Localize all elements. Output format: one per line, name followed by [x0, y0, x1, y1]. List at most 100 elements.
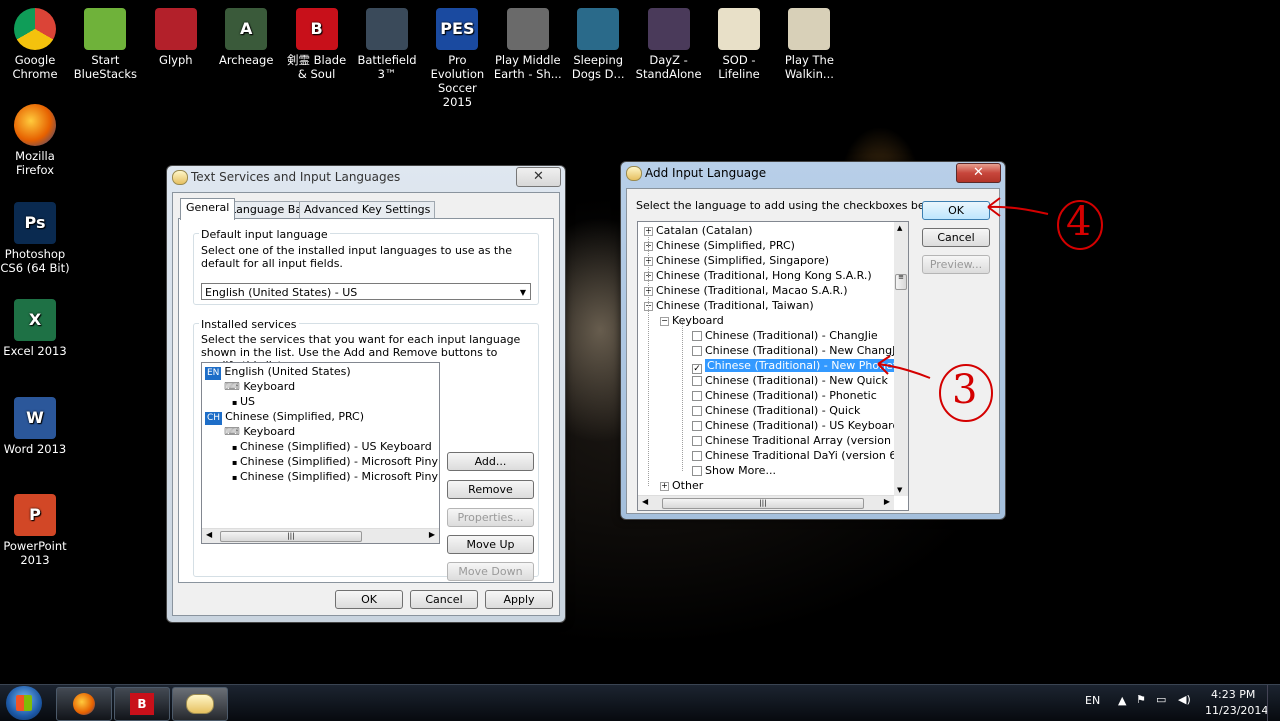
desktop-icon-label: Photoshop CS6 (64 Bit) [0, 247, 70, 275]
show-hidden-icons[interactable]: ▲ [1118, 694, 1126, 707]
desktop-icon-6[interactable]: PES Pro Evolution Soccer 2015 [422, 8, 492, 109]
desktop-icon-4[interactable]: B 剣霊 Blade & Soul [282, 8, 352, 81]
language-tree[interactable]: + Catalan (Catalan) + Chinese (Simplified, … [637, 221, 909, 511]
desktop-icon-3[interactable]: A Archeage [211, 8, 281, 67]
service-tree-item[interactable]: ▪ US [232, 394, 255, 410]
taskbar-text-services[interactable] [172, 687, 228, 721]
checkbox[interactable] [692, 376, 702, 386]
volume-icon[interactable]: ◀) [1178, 693, 1191, 706]
remove-button[interactable]: Remove [447, 480, 534, 499]
start-button[interactable] [6, 686, 42, 720]
installed-services-tree[interactable]: EN English (United States) ⌨ Keyboard ▪ US C… [201, 362, 440, 544]
clock-date[interactable]: 11/23/2014 [1205, 704, 1268, 717]
language-tree-item[interactable]: − Keyboard [660, 313, 724, 328]
desktop-icon-2[interactable]: Glyph [141, 8, 211, 67]
desktop-icon-1[interactable]: Start BlueStacks [70, 8, 140, 81]
sleeping-dogs-icon [577, 8, 620, 50]
preview-button[interactable]: Preview... [922, 255, 990, 274]
cancel-button[interactable]: Cancel [922, 228, 990, 247]
desktop-icon-12[interactable]: Mozilla Firefox [0, 104, 70, 177]
network-icon[interactable]: ▭ [1156, 693, 1166, 706]
service-tree-label: Keyboard [243, 380, 296, 393]
service-tree-item[interactable]: ▪ Chinese (Simplified) - Microsoft Pinyi… [232, 469, 439, 485]
checkbox[interactable] [692, 466, 702, 476]
move-up-button[interactable]: Move Up [447, 535, 534, 554]
desktop-icon-11[interactable]: Play The Walkin... [774, 8, 844, 81]
ok-button[interactable]: OK [922, 201, 990, 220]
clock-time[interactable]: 4:23 PM [1211, 688, 1255, 701]
ok-button[interactable]: OK [335, 590, 403, 609]
language-tree-item[interactable]: Chinese Traditional Array (version 6.0) [692, 433, 908, 448]
language-tree-item[interactable]: Chinese (Traditional) - US Keyboard [692, 418, 900, 433]
language-tree-item[interactable]: Show More... [692, 463, 776, 478]
service-tree-item[interactable]: EN English (United States) [205, 364, 351, 380]
language-tree-label: Catalan (Catalan) [656, 224, 753, 237]
checkbox[interactable] [692, 331, 702, 341]
checkbox[interactable] [692, 391, 702, 401]
dayz-icon [647, 8, 690, 50]
vertical-scrollbar[interactable]: ▲ ≡ ▼ [894, 222, 908, 496]
desktop-icon-16[interactable]: P PowerPoint 2013 [0, 494, 70, 567]
bullet-icon: ▪ [232, 398, 240, 407]
default-language-select[interactable]: English (United States) - US ▼ [201, 283, 531, 300]
language-tree-item[interactable]: Chinese (Traditional) - Phonetic [692, 388, 877, 403]
add-button[interactable]: Add... [447, 452, 534, 471]
horizontal-scrollbar[interactable]: ◀ ||| ▶ [638, 495, 894, 510]
desktop-icon-15[interactable]: W Word 2013 [0, 397, 70, 456]
desktop-icon-14[interactable]: X Excel 2013 [0, 299, 70, 358]
properties-button[interactable]: Properties... [447, 508, 534, 527]
service-tree-item[interactable]: ▪ Chinese (Simplified) - Microsoft Pinyi… [232, 454, 439, 470]
collapse-icon[interactable]: − [660, 317, 669, 326]
language-tree-item[interactable]: ✓ Chinese (Traditional) - New Phonetic [692, 358, 908, 374]
close-button[interactable]: ✕ [516, 167, 561, 187]
move-down-button[interactable]: Move Down [447, 562, 534, 581]
language-tree-item[interactable]: + Chinese (Traditional, Macao S.A.R.) [644, 283, 848, 298]
language-tree-item[interactable]: + Other [660, 478, 703, 493]
desktop-icon-8[interactable]: Sleeping Dogs D... [563, 8, 633, 81]
language-tree-label: Other [672, 479, 704, 492]
apply-button[interactable]: Apply [485, 590, 553, 609]
language-tree-item[interactable]: Chinese (Traditional) - ChangJie [692, 328, 878, 343]
close-button[interactable]: ✕ [956, 163, 1001, 183]
service-tree-item[interactable]: CH Chinese (Simplified, PRC) [205, 409, 364, 425]
desktop-icon-7[interactable]: Play Middle Earth - Sh... [493, 8, 563, 81]
language-tree-item[interactable]: Chinese (Traditional) - Quick [692, 403, 860, 418]
language-tree-item[interactable]: + Chinese (Simplified, Singapore) [644, 253, 829, 268]
tab-general[interactable]: General [180, 198, 236, 220]
taskbar-blade-soul[interactable]: B [114, 687, 170, 721]
language-tree-item[interactable]: Chinese (Traditional) - New Quick [692, 373, 888, 388]
taskbar-firefox[interactable] [56, 687, 112, 721]
desktop-icon-13[interactable]: Ps Photoshop CS6 (64 Bit) [0, 202, 70, 275]
checkbox[interactable] [692, 451, 702, 461]
language-tree-item[interactable]: + Chinese (Traditional, Hong Kong S.A.R.) [644, 268, 872, 283]
language-tree-item[interactable]: + Catalan (Catalan) [644, 223, 753, 238]
language-indicator[interactable]: EN [1085, 694, 1100, 707]
service-tree-item[interactable]: ▪ Chinese (Simplified) - US Keyboard [232, 439, 432, 455]
language-tree-item[interactable]: − Chinese (Traditional, Taiwan) [644, 298, 814, 313]
language-tree-item[interactable]: + Chinese (Simplified, PRC) [644, 238, 795, 253]
desktop-icon-5[interactable]: Battlefield 3™ [352, 8, 422, 81]
desktop-icon-9[interactable]: DayZ - StandAlone [634, 8, 704, 81]
checkbox[interactable] [692, 421, 702, 431]
text-services-titlebar[interactable]: Text Services and Input Languages ✕ [167, 166, 565, 188]
show-desktop-button[interactable] [1267, 685, 1280, 721]
checkbox[interactable] [692, 406, 702, 416]
horizontal-scrollbar[interactable]: ◀ ||| ▶ [202, 528, 439, 543]
service-tree-item[interactable]: ⌨ Keyboard [224, 424, 295, 439]
service-tree-item[interactable]: ⌨ Keyboard [224, 379, 295, 394]
desktop-icon-label: Sleeping Dogs D... [571, 53, 625, 81]
add-input-titlebar[interactable]: Add Input Language ✕ [621, 162, 1005, 184]
expand-icon[interactable]: + [660, 482, 669, 491]
checkbox[interactable] [692, 346, 702, 356]
desktop-icon-0[interactable]: Google Chrome [0, 8, 70, 81]
action-center-icon[interactable]: ⚑ [1136, 693, 1146, 706]
desktop-icon-10[interactable]: SOD - Lifeline [704, 8, 774, 81]
language-tree-item[interactable]: Chinese (Traditional) - New ChangJie [692, 343, 905, 358]
language-tree-label: Show More... [705, 464, 776, 477]
language-tree-item[interactable]: Chinese Traditional DaYi (version 6.0) [692, 448, 908, 463]
text-services-window: Text Services and Input Languages ✕ Gene… [166, 165, 566, 623]
cancel-button[interactable]: Cancel [410, 590, 478, 609]
checkbox[interactable] [692, 436, 702, 446]
powerpoint-icon: P [14, 494, 56, 536]
desktop-icon-label: Play Middle Earth - Sh... [493, 53, 562, 81]
